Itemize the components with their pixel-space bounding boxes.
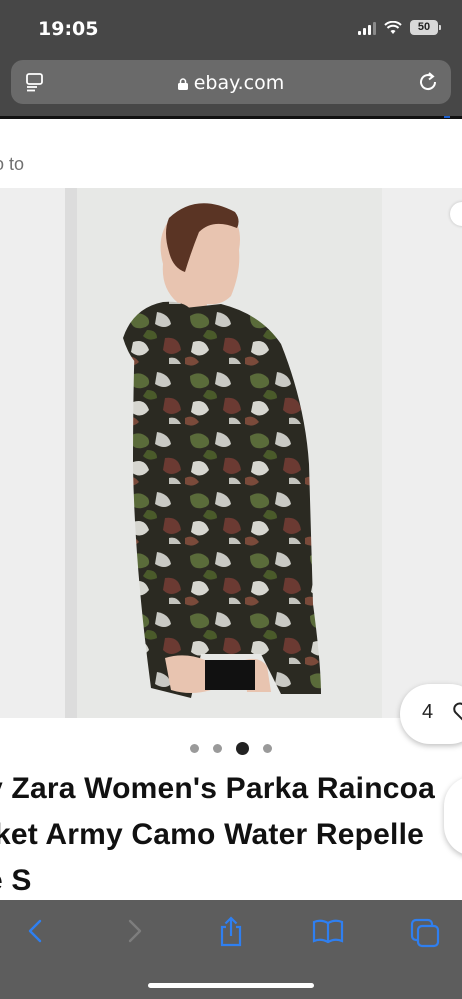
- gallery-dot[interactable]: [213, 744, 222, 753]
- gallery-dot[interactable]: [190, 744, 199, 753]
- url-text: ebay.com: [193, 72, 285, 94]
- bookmarks-icon[interactable]: [312, 918, 344, 944]
- back-link-label: to: [9, 154, 25, 174]
- product-photo[interactable]: [65, 188, 382, 718]
- back-arrow-icon[interactable]: [24, 918, 48, 944]
- gallery-dot[interactable]: [263, 744, 272, 753]
- product-photo-illustration: [65, 188, 382, 718]
- listing-title-line-1: v Zara Women's Parka Raincoa: [0, 772, 436, 805]
- listing-title-line-3: e S: [0, 864, 32, 897]
- battery-icon: 50: [410, 20, 441, 35]
- home-indicator: [148, 983, 314, 988]
- heart-icon: [453, 702, 462, 721]
- listing-title-line-2: ket Army Camo Water Repelle: [0, 818, 424, 851]
- watchers-count: 4: [422, 701, 434, 723]
- status-icons: 50: [358, 20, 441, 35]
- tabs-icon[interactable]: [410, 918, 440, 948]
- wifi-icon: [384, 20, 402, 34]
- share-chip[interactable]: [444, 776, 462, 856]
- lock-icon: [177, 78, 188, 90]
- watchers-chip[interactable]: 4: [400, 684, 462, 744]
- browser-screen: 19:05 50 ebay.com to 4 v Zara Women's Pa…: [0, 0, 462, 999]
- back-link[interactable]: o to: [0, 154, 24, 175]
- cellular-signal-icon: [358, 21, 376, 35]
- status-time: 19:05: [38, 18, 99, 40]
- photo-frame-edge: [65, 188, 77, 718]
- status-bar: 19:05 50: [0, 0, 462, 58]
- gallery-pagination: [0, 742, 462, 755]
- gallery-next-handle[interactable]: [450, 202, 462, 226]
- gallery-dot-active[interactable]: [236, 742, 249, 755]
- share-icon[interactable]: [216, 916, 246, 948]
- web-page: o to: [0, 116, 462, 900]
- url-display[interactable]: ebay.com: [11, 72, 451, 94]
- page-progress-line: [0, 116, 462, 119]
- image-gallery[interactable]: [0, 188, 462, 718]
- address-bar-area: ebay.com: [0, 58, 462, 116]
- reload-icon[interactable]: [417, 71, 439, 93]
- forward-arrow-icon[interactable]: [122, 918, 146, 944]
- address-bar[interactable]: ebay.com: [11, 60, 451, 104]
